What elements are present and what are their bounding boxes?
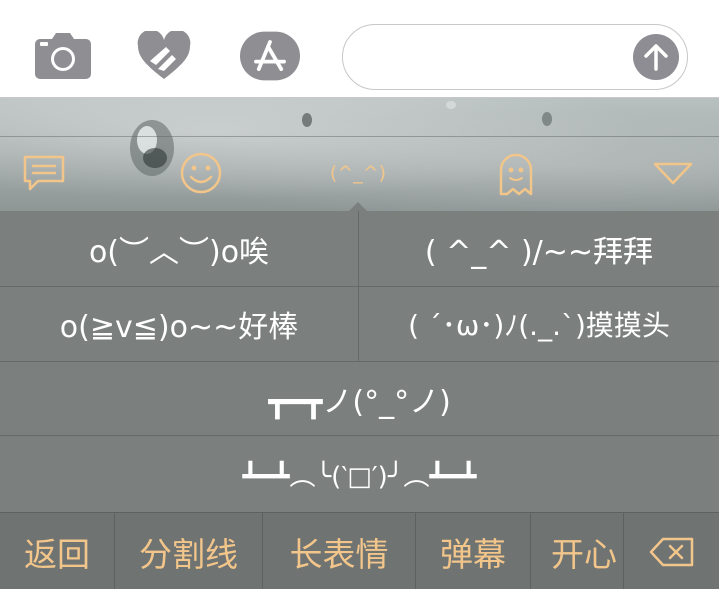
kaomoji-keyboard: (^_^) o(︶︿︶)o唉 ( ^_^ )/~~拜拜 o(≧v≦)o~~好棒 [0, 98, 719, 589]
category-tab-bar: (^_^) [0, 98, 719, 211]
water-drop-decoration [446, 101, 456, 109]
tab-text[interactable] [19, 148, 69, 198]
kaomoji-grid: o(︶︿︶)o唉 ( ^_^ )/~~拜拜 o(≧v≦)o~~好棒 ( ´･ω･… [0, 211, 719, 512]
delete-button[interactable] [624, 513, 719, 589]
kaomoji-item[interactable]: ┻━┻︵╰(‵□′)╯︵┻━┻ [0, 436, 719, 512]
send-button[interactable] [633, 34, 679, 80]
kaomoji-item[interactable]: o(︶︿︶)o唉 [0, 211, 359, 287]
water-drop-decoration [302, 113, 312, 127]
kaomoji-item[interactable]: o(≧v≦)o~~好棒 [0, 287, 359, 362]
tab-kaomoji[interactable]: (^_^) [329, 148, 387, 211]
danmaku-button[interactable]: 弹幕 [416, 513, 531, 589]
triangle-down-icon [653, 162, 693, 185]
app-store-icon[interactable] [240, 28, 300, 84]
water-drop-decoration [542, 112, 552, 126]
water-drop-decoration [130, 120, 174, 176]
ghost-icon [499, 153, 533, 196]
message-bar [0, 0, 719, 98]
chat-bubble-icon [23, 155, 65, 191]
divider-line-button[interactable]: 分割线 [115, 513, 263, 589]
smiley-icon [180, 152, 222, 194]
divider [0, 136, 719, 137]
heart-hands-icon[interactable] [134, 28, 194, 84]
kaomoji-icon: (^_^) [329, 162, 387, 184]
message-input-field[interactable] [342, 24, 688, 90]
arrow-up-icon [644, 44, 668, 71]
tab-collapse[interactable] [648, 148, 698, 198]
bottom-toolbar: 返回 分割线 长表情 弹幕 开心 [0, 512, 719, 589]
backspace-icon [649, 537, 693, 566]
message-input[interactable] [365, 39, 625, 77]
long-emoticon-button[interactable]: 长表情 [263, 513, 416, 589]
kaomoji-item[interactable]: ( ´･ω･)ﾉ(._.`)摸摸头 [359, 287, 719, 362]
kaomoji-item[interactable]: ( ^_^ )/~~拜拜 [359, 211, 719, 287]
camera-icon[interactable] [33, 28, 93, 84]
tab-emoji[interactable] [176, 148, 226, 198]
tab-ghost[interactable] [491, 148, 541, 198]
kaomoji-item[interactable]: ┳━┳ノ(°_°ノ) [0, 362, 719, 436]
happy-button[interactable]: 开心 [531, 513, 624, 589]
back-button[interactable]: 返回 [0, 513, 115, 589]
